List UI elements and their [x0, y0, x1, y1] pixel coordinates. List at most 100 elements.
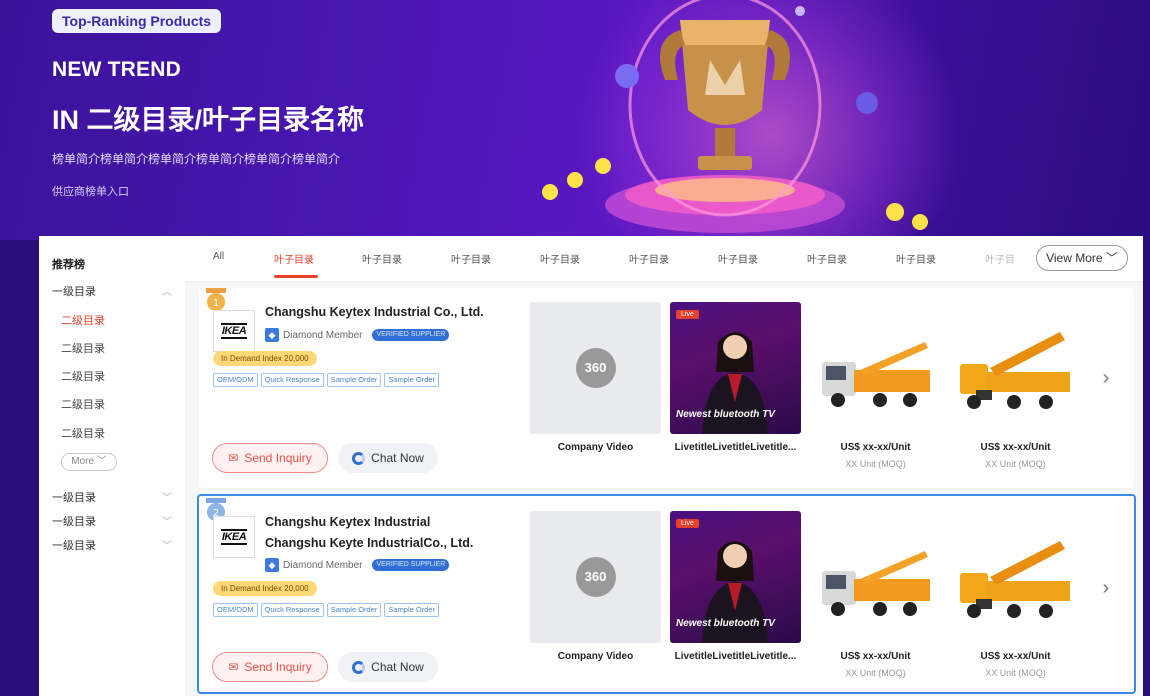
company-logo: IKEA: [213, 516, 255, 558]
product-price: US$ xx-xx/Unit: [840, 651, 911, 662]
svg-text:1: 1: [213, 298, 219, 309]
tab-all[interactable]: All: [213, 251, 224, 262]
chat-now-button[interactable]: Chat Now: [338, 652, 438, 682]
sidebar-group-expanded[interactable]: 一级目录 ︿: [52, 283, 172, 299]
chevron-down-icon: ﹀: [162, 541, 172, 552]
mail-icon: ✉: [228, 660, 239, 674]
tab-leaf[interactable]: 叶子目录: [896, 251, 936, 266]
tab-leaf[interactable]: 叶子目录: [807, 251, 847, 266]
tab-leaf[interactable]: 叶子目录: [629, 251, 669, 266]
rank-1-medal-icon: 1: [206, 288, 226, 311]
sidebar-group-label: 一级目录: [52, 492, 96, 504]
sidebar-group-label: 一级目录: [52, 540, 96, 552]
send-inquiry-button[interactable]: ✉ Send Inquiry: [212, 443, 328, 473]
chat-icon: [352, 451, 366, 465]
tab-leaf[interactable]: 叶子目录: [718, 251, 758, 266]
crane-truck-image: [960, 541, 1070, 618]
hero-title-line1: NEW TREND: [52, 58, 181, 81]
member-label: Diamond Member: [283, 559, 363, 571]
pump-truck-image: [822, 551, 930, 616]
live-title: LivetitleLivetitleLivetitle...: [674, 651, 797, 662]
company-name[interactable]: Changshu Keytex Industrial Co., Ltd.: [265, 302, 484, 323]
sidebar-subitem[interactable]: 二级目录: [61, 396, 105, 412]
live-caption: Newest bluetooth TV: [676, 618, 775, 629]
demand-index-badge: In Demand Index 20,000: [213, 351, 317, 366]
tab-leaf[interactable]: 叶子目录: [451, 251, 491, 266]
supplier-card-selected[interactable]: 2 IKEA Changshu Keytex Industrial Changs…: [197, 494, 1136, 694]
live-caption: Newest bluetooth TV: [676, 409, 775, 420]
service-tags: OEM/ODM Quick Response Sample Order Samp…: [213, 373, 440, 387]
sidebar-group[interactable]: 一级目录 ﹀: [52, 537, 172, 553]
video-360-icon: 360: [575, 557, 616, 597]
sidebar-group-label: 一级目录: [52, 286, 96, 298]
supplier-card[interactable]: 1 IKEA Changshu Keytex Industrial Co., L…: [199, 288, 1134, 488]
sidebar-subitem[interactable]: 二级目录: [61, 340, 105, 356]
member-badge-row: ◆ Diamond Member VERIFIED SUPPLIER: [265, 328, 450, 342]
video-title: Company Video: [557, 442, 634, 453]
diamond-member-icon: ◆: [265, 558, 279, 572]
tag: OEM/ODM: [213, 373, 258, 387]
company-name[interactable]: Changshu Keytex Industrial Changshu Keyt…: [265, 512, 473, 554]
active-tab-underline: [274, 275, 318, 278]
tab-leaf-active[interactable]: 叶子目录: [274, 251, 314, 266]
tab-leaf[interactable]: 叶子目录: [540, 251, 580, 266]
product-price: US$ xx-xx/Unit: [980, 651, 1051, 662]
tab-leaf-truncated[interactable]: 叶子目: [985, 251, 1015, 266]
chevron-right-icon[interactable]: ›: [1096, 578, 1116, 598]
tag: Sample Order: [384, 603, 440, 617]
sidebar-more-button[interactable]: More ﹀: [61, 453, 117, 471]
category-tabs: All 叶子目录 叶子目录 叶子目录 叶子目录 叶子目录 叶子目录 叶子目录 叶…: [185, 236, 1143, 282]
verified-supplier-badge: VERIFIED SUPPLIER: [372, 329, 450, 341]
product-image-pump-truck[interactable]: [810, 511, 941, 643]
company-logo: IKEA: [213, 310, 255, 352]
company-video-thumbnail[interactable]: 360: [530, 511, 661, 643]
hero-banner: Top-Ranking Products NEW TREND IN 二级目录/叶…: [0, 0, 1150, 240]
sidebar-subitem[interactable]: 二级目录: [61, 425, 105, 441]
product-moq: XX Unit (MOQ): [985, 459, 1046, 469]
chat-now-label: Chat Now: [371, 451, 424, 465]
sidebar-subitem-active[interactable]: 二级目录: [61, 312, 105, 328]
category-sidebar: 推荐榜 一级目录 ︿ 二级目录 二级目录 二级目录 二级目录 二级目录 More…: [39, 236, 185, 696]
company-name-line: Changshu Keyte IndustrialCo., Ltd.: [265, 536, 474, 550]
product-image-crane-truck[interactable]: [950, 511, 1081, 643]
live-badge: Live: [676, 310, 699, 319]
product-price: US$ xx-xx/Unit: [980, 442, 1051, 453]
supplier-ranking-link[interactable]: 供应商榜单入口: [52, 183, 129, 199]
service-tags: OEM/ODM Quick Response Sample Order Samp…: [213, 603, 440, 617]
live-stream-thumbnail[interactable]: Live Newest bluetooth TV: [670, 302, 801, 434]
sidebar-group-label: 一级目录: [52, 516, 96, 528]
tag: Sample Order: [384, 373, 440, 387]
video-360-icon: 360: [575, 348, 616, 388]
top-ranking-badge: Top-Ranking Products: [52, 9, 222, 33]
diamond-member-icon: ◆: [265, 328, 279, 342]
product-moq: XX Unit (MOQ): [845, 668, 906, 678]
chat-now-label: Chat Now: [371, 660, 424, 674]
tag: Quick Response: [260, 373, 324, 387]
view-more-button[interactable]: View More ﹀: [1036, 245, 1128, 271]
crane-truck-image: [960, 332, 1070, 409]
send-inquiry-button[interactable]: ✉ Send Inquiry: [212, 652, 328, 682]
product-image-pump-truck[interactable]: [810, 302, 941, 434]
tag: Sample Order: [326, 373, 382, 387]
live-title: LivetitleLivetitleLivetitle...: [674, 442, 797, 453]
chat-icon: [352, 660, 366, 674]
chevron-up-icon: ︿: [162, 287, 172, 298]
tab-leaf[interactable]: 叶子目录: [362, 251, 402, 266]
chat-now-button[interactable]: Chat Now: [338, 443, 438, 473]
tag: Sample Order: [326, 603, 382, 617]
company-video-thumbnail[interactable]: 360: [530, 302, 661, 434]
hero-title-line2: IN 二级目录/叶子目录名称: [52, 105, 365, 135]
product-moq: XX Unit (MOQ): [845, 459, 906, 469]
chevron-right-icon[interactable]: ›: [1096, 368, 1116, 388]
product-price: US$ xx-xx/Unit: [840, 442, 911, 453]
sidebar-subitem[interactable]: 二级目录: [61, 368, 105, 384]
sidebar-heading: 推荐榜: [52, 259, 85, 271]
sidebar-group[interactable]: 一级目录 ﹀: [52, 489, 172, 505]
product-image-crane-truck[interactable]: [950, 302, 1081, 434]
live-stream-thumbnail[interactable]: Live Newest bluetooth TV: [670, 511, 801, 643]
view-more-label: View More: [1046, 251, 1103, 265]
more-label: More: [71, 456, 94, 467]
logo-text: IKEA: [220, 323, 248, 339]
company-name-line: Changshu Keytex Industrial: [265, 515, 431, 529]
sidebar-group[interactable]: 一级目录 ﹀: [52, 513, 172, 529]
